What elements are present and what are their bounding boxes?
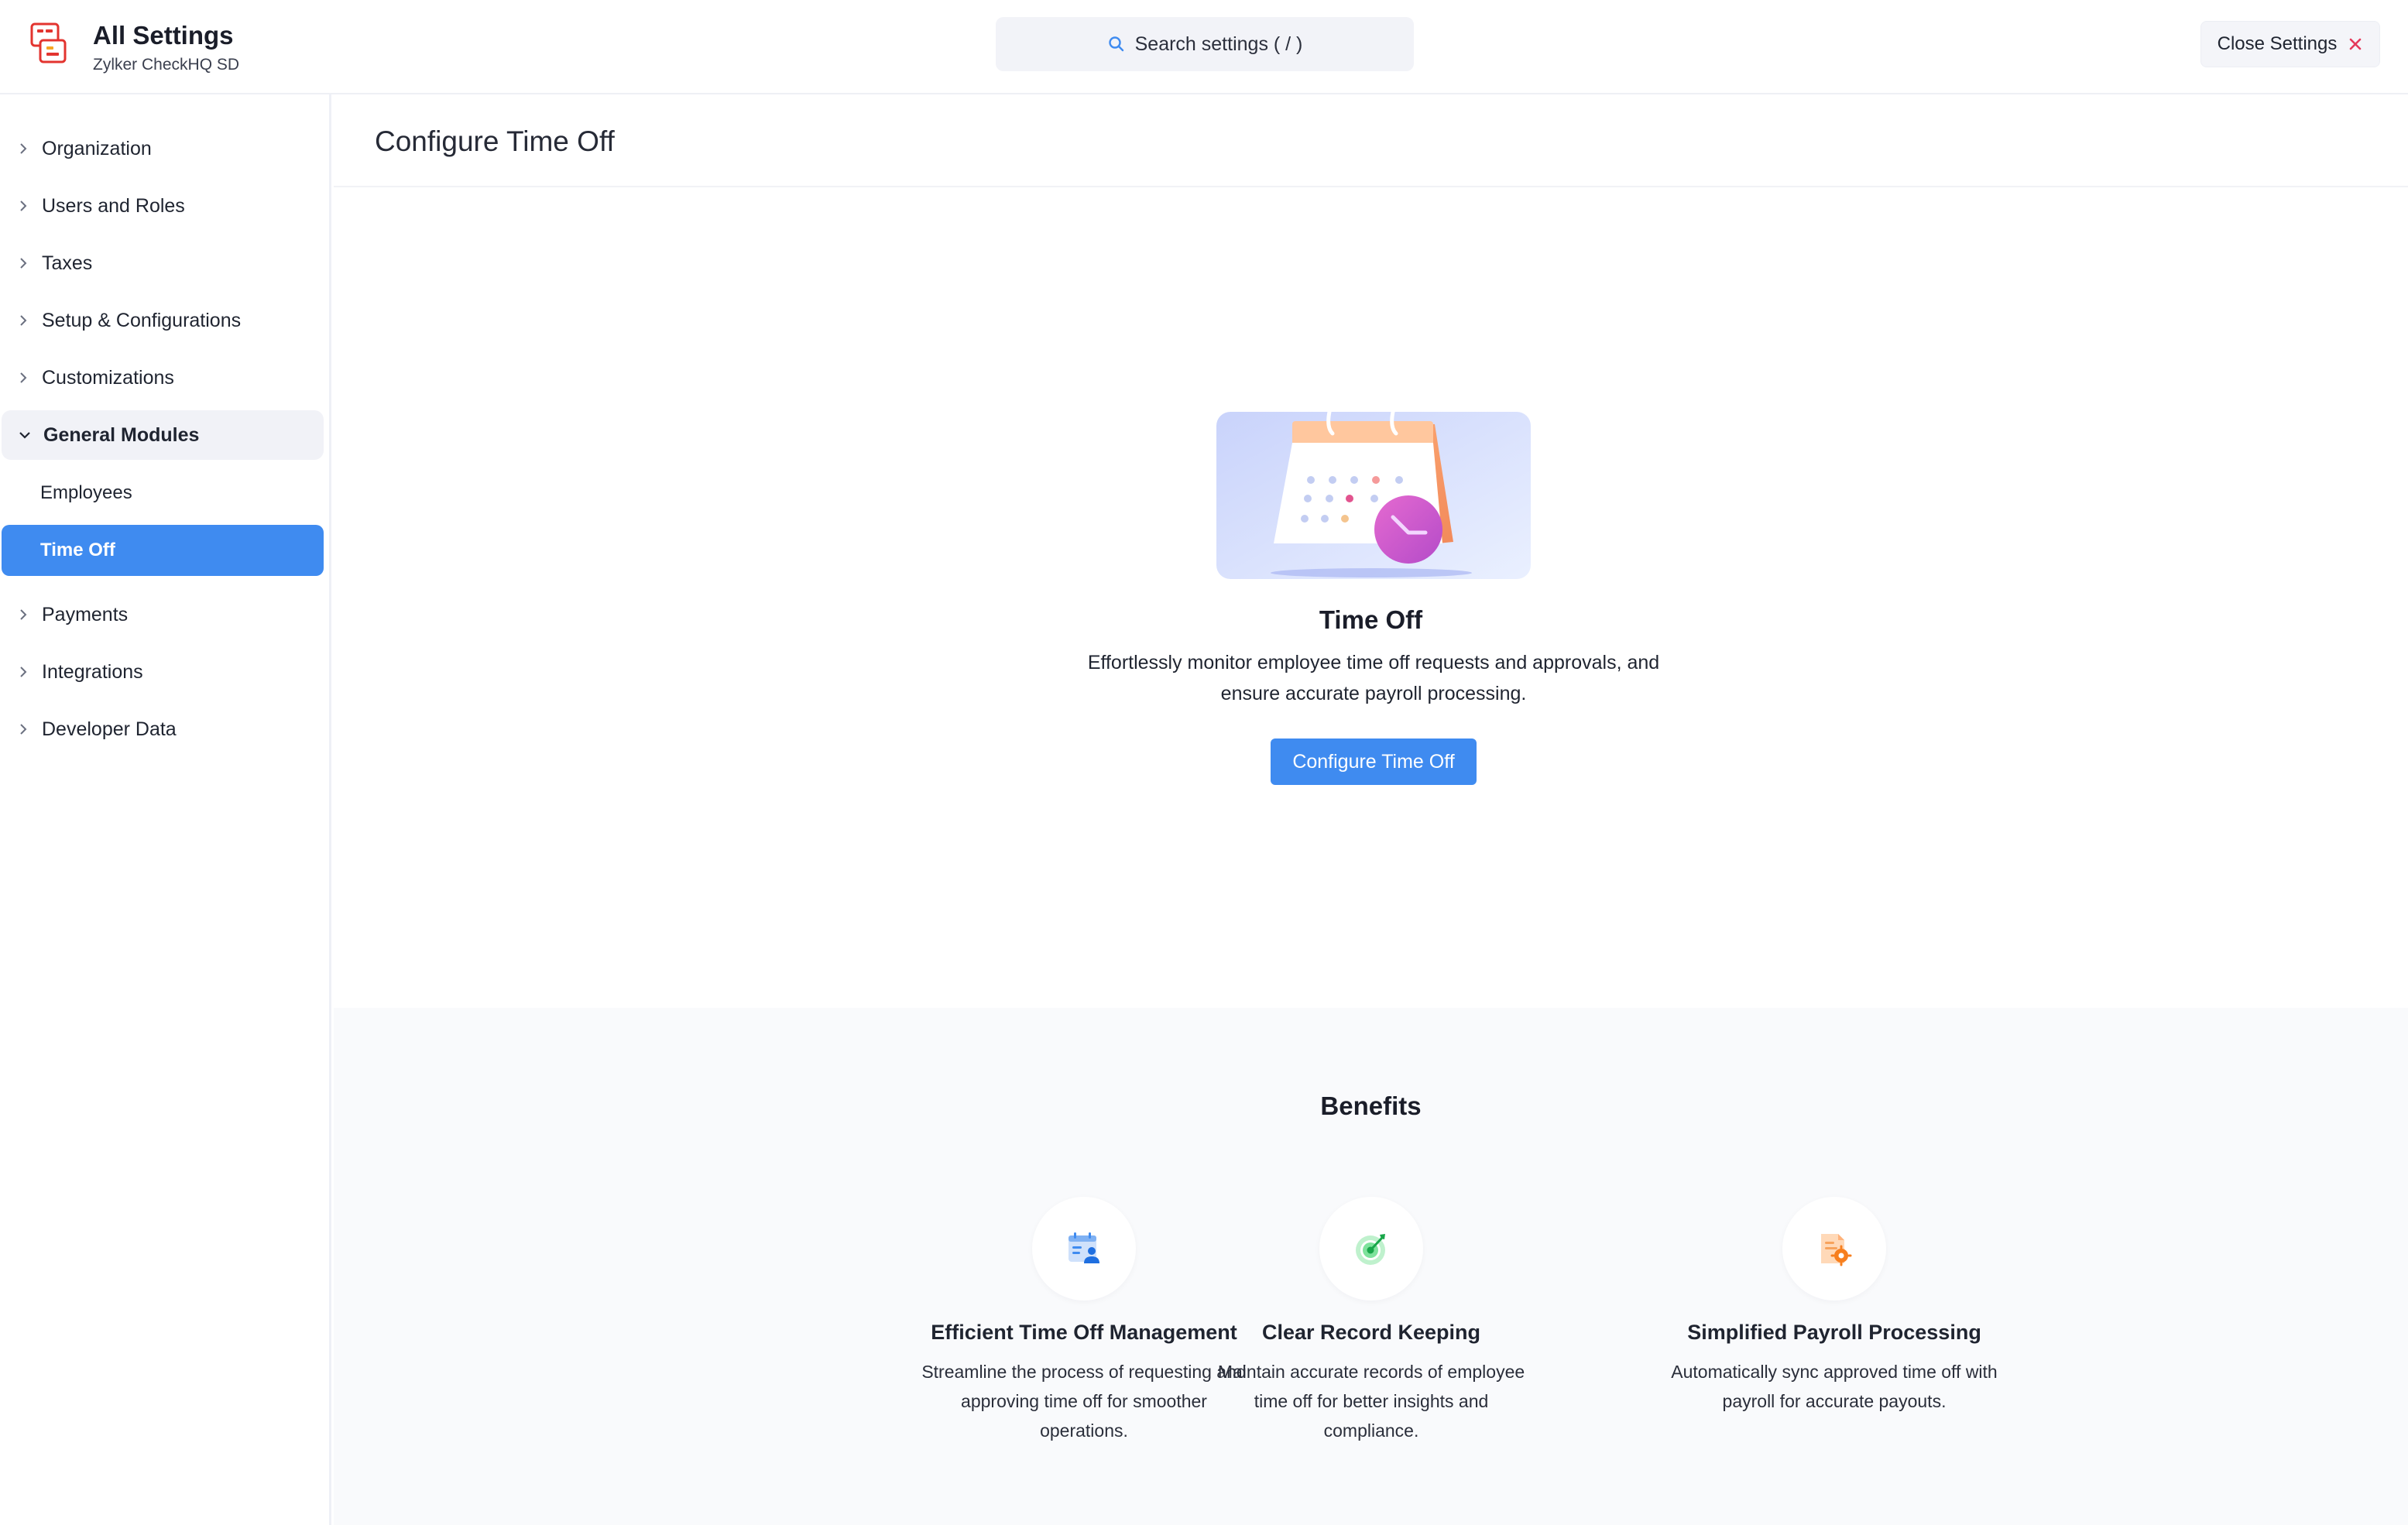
hero-description: Effortlessly monitor employee time off r…	[1087, 652, 1660, 704]
calendar-user-icon	[1069, 1232, 1099, 1263]
search-icon	[1108, 36, 1123, 52]
benefit-card: Clear Record Keeping Maintain accurate r…	[1193, 1197, 1549, 1445]
chevron-right-icon	[20, 258, 27, 269]
sidebar-item-label: Setup & Configurations	[42, 309, 242, 331]
sidebar-item-developer-data[interactable]: Developer Data	[0, 704, 325, 754]
top-header: All Settings Zylker CheckHQ SD Search se…	[0, 0, 2408, 94]
benefit-description: Automatically sync approved time off wit…	[1671, 1362, 1998, 1411]
time-off-hero: Time Off Effortlessly monitor employee t…	[334, 187, 2408, 1008]
sidebar-item-customizations[interactable]: Customizations	[0, 353, 325, 403]
sidebar-item-integrations[interactable]: Integrations	[0, 647, 325, 697]
chevron-down-icon	[19, 432, 30, 439]
benefit-title: Clear Record Keeping	[1261, 1321, 1481, 1344]
target-icon	[1356, 1234, 1385, 1265]
sidebar-item-taxes[interactable]: Taxes	[0, 238, 325, 288]
sidebar-item-label: General Modules	[43, 423, 200, 446]
sidebar-subitem-employees[interactable]: Employees	[2, 468, 324, 519]
sidebar-item-label: Developer Data	[42, 718, 177, 740]
chevron-right-icon	[20, 315, 27, 326]
close-icon	[2350, 38, 2362, 50]
chevron-right-icon	[20, 372, 27, 383]
sidebar-item-label: Users and Roles	[42, 194, 185, 217]
benefit-icon-wrapper	[1782, 1197, 1886, 1301]
chevron-right-icon	[20, 667, 27, 677]
benefit-title: Simplified Payroll Processing	[1687, 1321, 1981, 1344]
hero-title: Time Off	[1319, 605, 1423, 634]
chevron-right-icon	[20, 724, 27, 735]
close-settings-button[interactable]: Close Settings	[2200, 21, 2380, 67]
sidebar-item-organization[interactable]: Organization	[0, 124, 325, 173]
benefit-icon-wrapper	[1319, 1197, 1423, 1301]
configure-time-off-button[interactable]: Configure Time Off	[1271, 739, 1477, 785]
sidebar-item-users-and-roles[interactable]: Users and Roles	[0, 181, 325, 231]
sidebar-item-setup-configurations[interactable]: Setup & Configurations	[0, 296, 325, 345]
benefits-title: Benefits	[1320, 1091, 1422, 1120]
app-title: All Settings	[93, 21, 234, 50]
chevron-right-icon	[20, 200, 27, 211]
benefit-icon-wrapper	[1032, 1197, 1136, 1301]
calendar-clock-illustration	[1216, 412, 1531, 579]
sidebar-item-label: Customizations	[42, 366, 174, 389]
sidebar-item-general-modules[interactable]: General Modules	[2, 410, 324, 460]
chevron-right-icon	[20, 143, 27, 154]
main-content: Configure Time Off Time Off Effortlessly…	[334, 94, 2408, 1525]
chevron-right-icon	[20, 609, 27, 620]
page-title: Configure Time Off	[375, 125, 615, 157]
sidebar-item-label: Payments	[42, 603, 129, 625]
sidebar-item-payments[interactable]: Payments	[0, 590, 325, 639]
sidebar-subitem-label: Time Off	[40, 540, 115, 560]
sidebar-subitem-label: Employees	[40, 482, 132, 503]
sidebar-item-label: Integrations	[42, 660, 143, 683]
sidebar-subitem-time-off[interactable]: Time Off	[2, 525, 324, 576]
brand: All Settings Zylker CheckHQ SD	[29, 20, 239, 76]
benefit-description: Maintain accurate records of employee ti…	[1217, 1362, 1525, 1441]
search-placeholder: Search settings ( / )	[1134, 33, 1303, 55]
sidebar-item-label: Organization	[42, 137, 152, 159]
sidebar-item-label: Taxes	[42, 252, 93, 274]
benefit-card: Simplified Payroll Processing Automatica…	[1656, 1197, 2012, 1416]
search-settings-input[interactable]: Search settings ( / )	[996, 17, 1414, 71]
page-title-bar: Configure Time Off	[334, 94, 2408, 187]
settings-logo-icon	[30, 22, 67, 63]
document-gear-icon	[1821, 1234, 1852, 1266]
benefits-section: Benefits Efficient Time Off Management S…	[334, 1008, 2408, 1525]
close-settings-label: Close Settings	[2217, 33, 2338, 54]
settings-app: All Settings Zylker CheckHQ SD Search se…	[0, 0, 2408, 1525]
settings-sidebar: Organization Users and Roles Taxes Setup…	[0, 94, 331, 1525]
org-name: Zylker CheckHQ SD	[93, 56, 240, 74]
